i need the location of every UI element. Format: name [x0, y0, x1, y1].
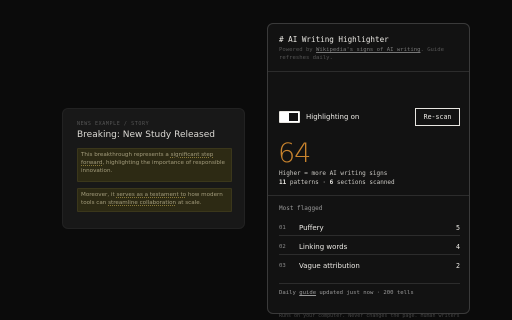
news-title: Breaking: New Study Released [77, 130, 215, 140]
flag-count: 2 [456, 262, 460, 270]
flag-rank: 01 [279, 225, 286, 231]
paragraph-text: This breakthrough represents a [81, 152, 171, 158]
divider [279, 283, 460, 284]
rescan-button[interactable]: Re-scan [415, 108, 460, 126]
daily-pre: Daily [279, 290, 300, 296]
news-card: NEWS EXAMPLE / STORY Breaking: New Study… [62, 108, 245, 229]
score-stats: 11 patterns · 6 sections scanned [279, 179, 395, 186]
row-divider [279, 235, 460, 236]
flag-label: Puffery [299, 224, 324, 232]
subtitle-pre: Powered by [279, 47, 317, 53]
most-flagged-heading: Most flagged [279, 205, 323, 212]
divider [268, 195, 469, 196]
flag-row[interactable]: 02 Linking words 4 [279, 242, 460, 254]
panel-subtitle: Powered by Wikipedia's signs of AI writi… [279, 46, 464, 62]
sections-count: 6 [329, 179, 334, 186]
flag-label: Linking words [299, 243, 348, 251]
score-caption: Higher = more AI writing signs [279, 170, 388, 177]
guide-link[interactable]: guide [299, 290, 316, 296]
wikipedia-link[interactable]: Wikipedia's signs of AI writing [316, 47, 420, 53]
panel-footer: Runs on your computer. Never changes the… [279, 313, 460, 319]
sections-label: sections scanned [336, 179, 395, 186]
paragraph-text: at scale. [176, 200, 202, 206]
ai-score: 64 [278, 138, 311, 169]
flag-row[interactable]: 01 Puffery 5 [279, 223, 460, 235]
flagged-phrase[interactable]: streamline collaboration [108, 200, 176, 206]
highlighted-paragraph-1: This breakthrough represents a significa… [77, 148, 232, 182]
news-kicker: NEWS EXAMPLE / STORY [77, 121, 150, 127]
panel-title: # AI Writing Highlighter [279, 35, 389, 44]
daily-update-line: Daily guide updated just now · 200 tells [279, 290, 414, 296]
flag-label: Vague attribution [299, 262, 360, 270]
flag-rank: 02 [279, 244, 286, 250]
patterns-label: patterns · [289, 179, 330, 186]
divider [268, 71, 469, 72]
flagged-phrase[interactable]: serves as a testament to [116, 192, 186, 198]
paragraph-text: , highlighting the importance of respons… [81, 160, 225, 174]
flag-count: 5 [456, 224, 460, 232]
highlighter-panel: # AI Writing Highlighter Powered by Wiki… [267, 23, 470, 319]
flag-row[interactable]: 03 Vague attribution 2 [279, 261, 460, 273]
paragraph-text: Moreover, it [81, 192, 117, 198]
flag-count: 4 [456, 243, 460, 251]
highlighted-paragraph-2: Moreover, it serves as a testament to ho… [77, 188, 232, 212]
highlighting-toggle[interactable] [279, 111, 300, 123]
patterns-count: 11 [279, 179, 287, 186]
toggle-knob [289, 113, 298, 121]
toggle-label: Highlighting on [306, 113, 360, 121]
flag-rank: 03 [279, 263, 286, 269]
daily-post: updated just now · 200 tells [316, 290, 414, 296]
row-divider [279, 254, 460, 255]
